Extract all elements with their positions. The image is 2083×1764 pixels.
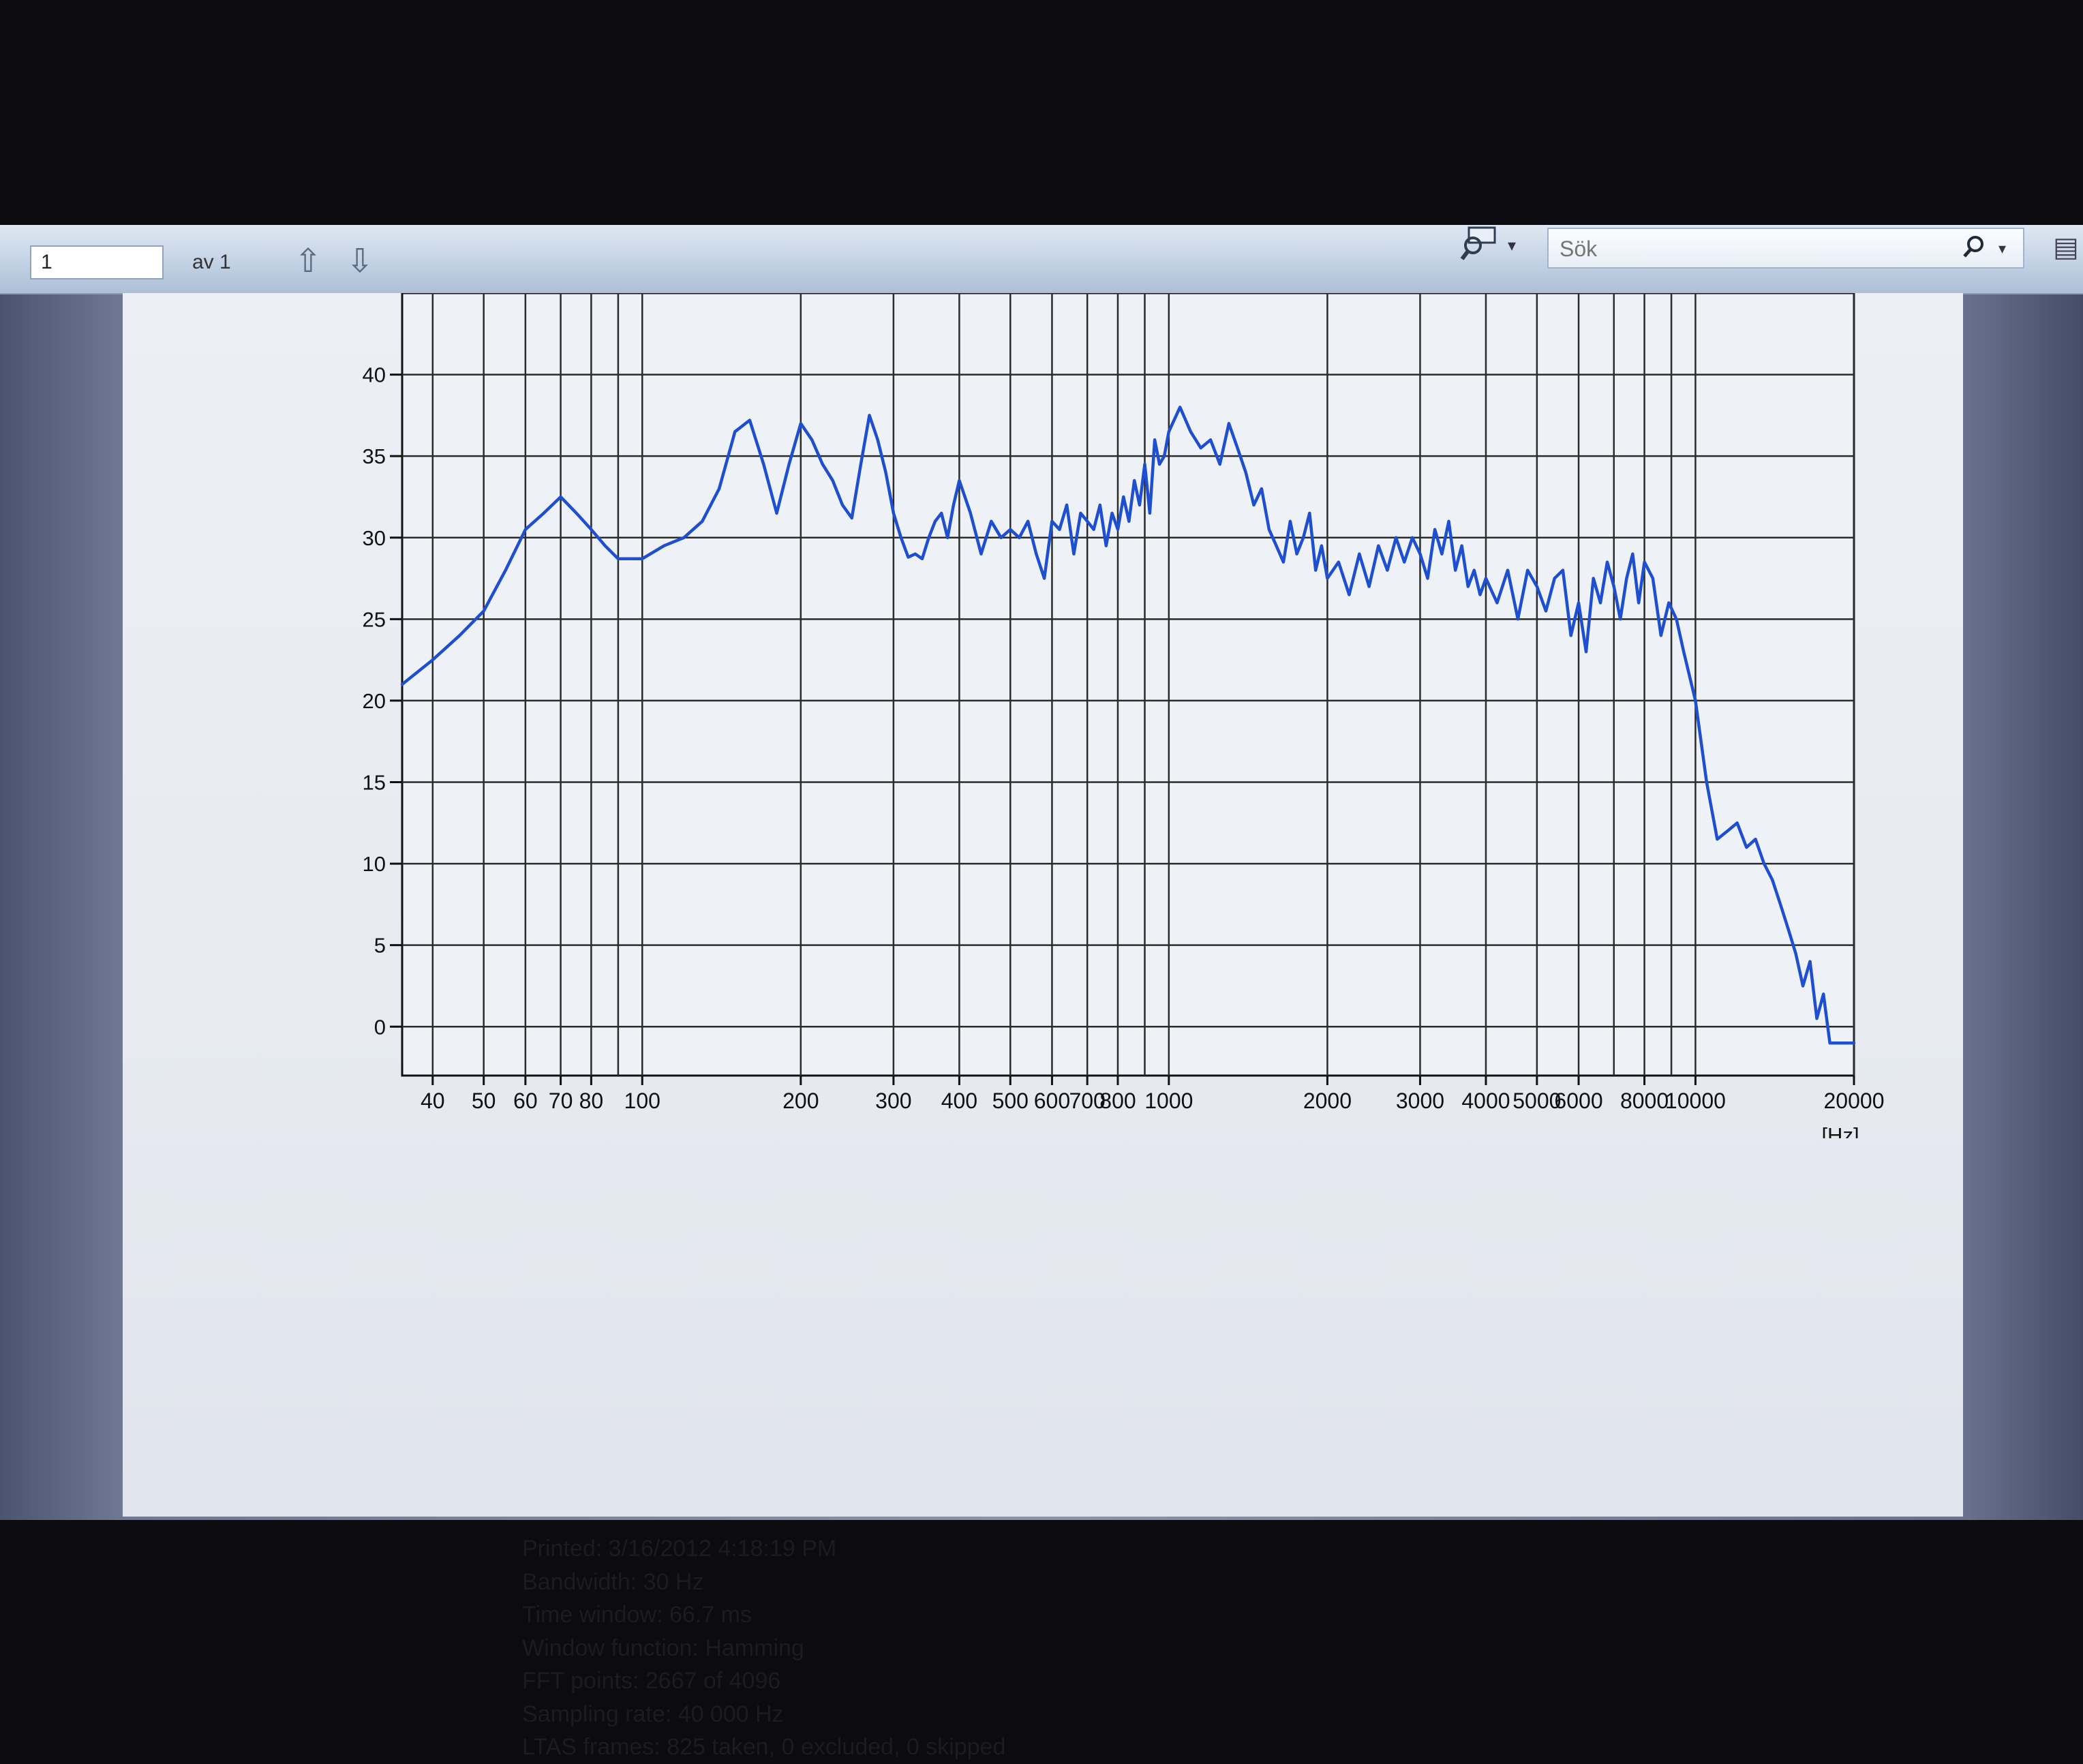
time-window-info: Time window: 66.7 ms (522, 1602, 752, 1628)
y-tick-label: 35 (363, 444, 386, 468)
magnifier-icon (1460, 226, 1496, 260)
printed-date: Printed: 3/16/2012 4:18:19 PM (522, 1536, 837, 1562)
next-page-button[interactable]: ⇩ (341, 241, 379, 281)
search-box: ▾ (1547, 228, 2024, 269)
x-tick-label: 50 (472, 1089, 496, 1113)
y-tick-label: 10 (363, 852, 386, 876)
x-tick-label: 60 (513, 1089, 538, 1113)
x-tick-label: 3000 (1396, 1089, 1444, 1113)
y-tick-label: 20 (363, 689, 386, 713)
y-tick-label: 25 (363, 607, 386, 631)
viewer-toolbar: 1 av 1 ⇧ ⇩ ▾ ▾ ▤ (0, 225, 2083, 294)
window-function-info: Window function: Hamming (522, 1634, 804, 1661)
x-tick-label: 100 (624, 1089, 660, 1113)
x-tick-label: 40 (421, 1089, 445, 1113)
search-glass-icon (1963, 236, 1983, 258)
x-tick-label: 800 (1099, 1089, 1136, 1113)
arrow-up-icon: ⇧ (294, 243, 322, 279)
arrow-down-icon: ⇩ (346, 243, 374, 279)
x-axis-label: [Hz] (1821, 1123, 1859, 1138)
search-input[interactable] (1558, 229, 1929, 269)
plot-area (401, 293, 1855, 1077)
page-number-input[interactable]: 1 (30, 245, 164, 279)
x-tick-label: 70 (549, 1089, 573, 1113)
x-tick-label: 4000 (1461, 1089, 1510, 1113)
x-tick-label: 300 (875, 1089, 911, 1113)
previous-page-button[interactable]: ⇧ (289, 241, 327, 281)
print-info-block: Printed: 3/16/2012 4:18:19 PM Bandwidth:… (522, 1532, 1005, 1764)
x-tick-label: 2000 (1303, 1089, 1352, 1113)
y-tick-label: 30 (363, 526, 386, 550)
x-tick-label: 6000 (1554, 1089, 1602, 1113)
find-tool-button[interactable] (1456, 225, 1504, 263)
ltas-chart: 0 5 10 15 20 25 30 35 40 40 50 60 70 80 100 200 300 400 50… (363, 293, 1885, 1138)
chevron-down-icon: ▾ (1508, 237, 1517, 255)
x-tick-label: 600 (1034, 1089, 1070, 1113)
sampling-rate-info: Sampling rate: 40 000 Hz (522, 1701, 784, 1727)
search-options-dropdown[interactable]: ▾ (1998, 240, 2006, 258)
x-tick-label: 20000 (1824, 1089, 1885, 1113)
x-tick-label: 80 (579, 1089, 604, 1113)
x-tick-label: 10000 (1665, 1089, 1726, 1113)
ltas-frames-info: LTAS frames: 825 taken, 0 excluded, 0 sk… (522, 1734, 1006, 1760)
y-tick-label: 15 (363, 771, 386, 795)
x-tick-label: 200 (782, 1089, 819, 1113)
document-page: 0 5 10 15 20 25 30 35 40 40 50 60 70 80 100 200 300 400 50… (123, 293, 1963, 1760)
x-tick-label: 500 (992, 1089, 1029, 1113)
toolbar-overflow-icon[interactable]: ▤ (2053, 232, 2079, 263)
x-tick-label: 400 (941, 1089, 977, 1113)
y-tick-label: 40 (363, 363, 386, 387)
bandwidth-info: Bandwidth: 30 Hz (522, 1568, 704, 1595)
y-tick-label: 5 (374, 934, 386, 958)
x-tick-label: 8000 (1620, 1089, 1669, 1113)
page-count-label: av 1 (192, 251, 231, 273)
search-icon[interactable] (1960, 233, 1988, 267)
fft-points-info: FFT points: 2667 of 4096 (522, 1668, 781, 1694)
y-tick-label: 0 (374, 1015, 386, 1039)
x-tick-label: 1000 (1144, 1089, 1193, 1113)
find-tool-dropdown[interactable]: ▾ (1508, 236, 1516, 256)
